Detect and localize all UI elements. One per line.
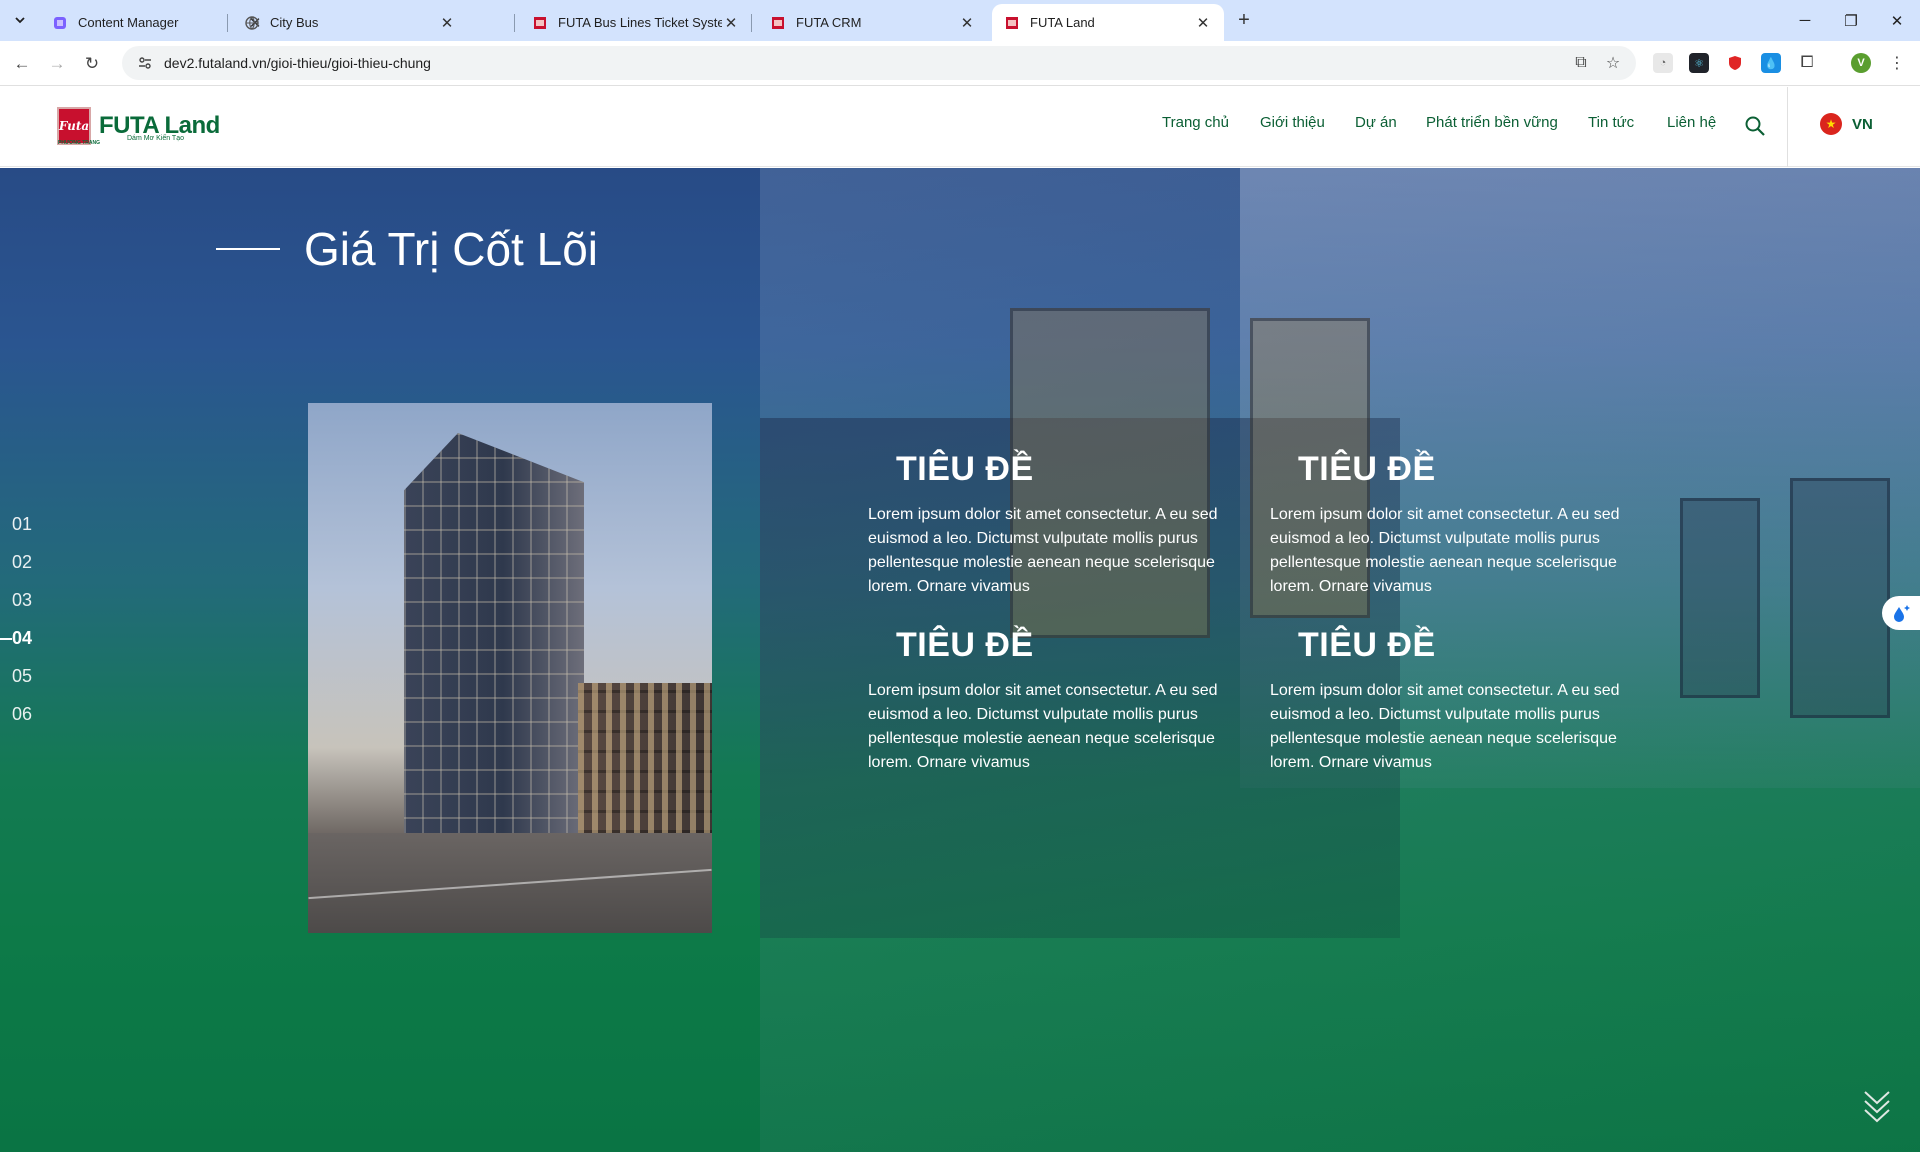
- reload-icon: ↻: [84, 54, 100, 73]
- chevron-down-icon: [15, 17, 25, 24]
- value-card-heading: TIÊU ĐỀ: [1298, 450, 1436, 488]
- browser-tab[interactable]: FUTA Bus Lines Ticket System ✕: [520, 4, 752, 41]
- nav-item-news[interactable]: Tin tức: [1588, 114, 1634, 131]
- step-item[interactable]: 03: [12, 590, 32, 611]
- value-card: TIÊU ĐỀ Lorem ipsum dolor sit amet conse…: [868, 450, 1228, 599]
- background-window: [1790, 478, 1890, 718]
- value-card: TIÊU ĐỀ Lorem ipsum dolor sit amet conse…: [868, 626, 1228, 775]
- photo-tower-windows: [404, 433, 584, 843]
- futa-icon: [770, 15, 786, 31]
- plus-icon: +: [1238, 8, 1250, 31]
- photo-low-building-windows: [578, 683, 712, 833]
- shield-icon[interactable]: [1725, 53, 1745, 73]
- step-item[interactable]: 01: [12, 514, 32, 535]
- value-card: TIÊU ĐỀ Lorem ipsum dolor sit amet conse…: [1270, 626, 1630, 775]
- logo-small-text: PHƯƠNG TRANG: [58, 140, 101, 146]
- section-title-wrap: Giá Trị Cốt Lõi: [216, 222, 598, 276]
- url-text: dev2.futaland.vn/gioi-thieu/gioi-thieu-c…: [164, 55, 431, 71]
- menu-kebab-icon[interactable]: ⋮: [1887, 53, 1907, 73]
- step-item[interactable]: 02: [12, 552, 32, 573]
- install-app-button[interactable]: ⧉: [1570, 52, 1592, 74]
- value-card-heading: TIÊU ĐỀ: [896, 450, 1034, 488]
- extension-icon[interactable]: ◔: [1653, 53, 1673, 73]
- content-manager-icon: [52, 15, 68, 31]
- value-card-heading: TIÊU ĐỀ: [896, 626, 1034, 664]
- browser-tab-bar: Content Manager ✕ City Bus ✕ FUTA Bus Li…: [0, 0, 1920, 41]
- address-bar[interactable]: dev2.futaland.vn/gioi-thieu/gioi-thieu-c…: [122, 46, 1636, 80]
- step-active-label: 04: [12, 628, 33, 648]
- header-divider: [1787, 87, 1788, 167]
- install-icon: ⧉: [1575, 54, 1587, 71]
- search-icon[interactable]: [1744, 115, 1766, 137]
- step-item[interactable]: 05: [12, 666, 32, 687]
- building-photo: [308, 403, 712, 933]
- nav-item-sustainability[interactable]: Phát triển bền vững: [1426, 114, 1558, 131]
- nav-item-projects[interactable]: Dự án: [1355, 114, 1397, 131]
- tab-separator: [751, 14, 752, 32]
- bookmark-button[interactable]: ☆: [1602, 52, 1624, 74]
- nav-item-home[interactable]: Trang chủ: [1162, 114, 1229, 131]
- star-icon: ☆: [1605, 55, 1621, 72]
- close-window-button[interactable]: ✕: [1874, 0, 1920, 41]
- arrow-left-icon: ←: [13, 54, 31, 73]
- nav-item-about[interactable]: Giới thiệu: [1260, 114, 1325, 131]
- minimize-icon: ─: [1799, 12, 1811, 29]
- browser-tab[interactable]: FUTA CRM ✕: [758, 4, 988, 41]
- language-label: VN: [1852, 115, 1873, 133]
- value-card-body: Lorem ipsum dolor sit amet consectetur. …: [1270, 506, 1620, 595]
- browser-tab[interactable]: City Bus ✕: [232, 4, 468, 41]
- section-title: Giá Trị Cốt Lõi: [304, 223, 598, 275]
- scroll-down-icon[interactable]: [1862, 1088, 1892, 1124]
- close-icon[interactable]: ✕: [1194, 14, 1212, 32]
- tab-title: FUTA Land: [1030, 15, 1095, 30]
- value-card-heading: TIÊU ĐỀ: [1298, 626, 1436, 664]
- back-button[interactable]: ←: [8, 50, 36, 78]
- tab-title: FUTA CRM: [796, 15, 862, 30]
- tab-separator: [514, 14, 515, 32]
- arrow-right-icon: →: [48, 54, 66, 73]
- tab-title: FUTA Bus Lines Ticket System: [558, 15, 722, 30]
- futa-icon: [1004, 15, 1020, 31]
- restore-icon: ❐: [1844, 12, 1858, 30]
- value-card-body: Lorem ipsum dolor sit amet consectetur. …: [868, 506, 1218, 595]
- step-item-active[interactable]: 04: [0, 628, 32, 649]
- restore-button[interactable]: ❐: [1828, 0, 1874, 41]
- forward-button[interactable]: →: [43, 50, 71, 78]
- close-icon: ✕: [1890, 12, 1904, 30]
- profile-avatar[interactable]: V: [1851, 53, 1871, 73]
- new-tab-button[interactable]: +: [1232, 8, 1256, 32]
- close-icon[interactable]: ✕: [958, 14, 976, 32]
- reload-button[interactable]: ↻: [78, 50, 106, 78]
- nav-item-contact[interactable]: Liên hệ: [1667, 114, 1716, 131]
- title-accent-line: [216, 248, 280, 250]
- value-card-body: Lorem ipsum dolor sit amet consectetur. …: [868, 682, 1218, 771]
- react-devtools-icon[interactable]: ⚛: [1689, 53, 1709, 73]
- sparkle-drop-icon: [1894, 605, 1910, 622]
- step-item[interactable]: 06: [12, 704, 32, 725]
- tab-search-button[interactable]: [8, 8, 32, 32]
- vietnam-flag-icon: ★: [1820, 113, 1842, 135]
- tab-title: Content Manager: [78, 15, 179, 30]
- floating-helper-button[interactable]: [1882, 596, 1920, 630]
- value-card: TIÊU ĐỀ Lorem ipsum dolor sit amet conse…: [1270, 450, 1630, 599]
- dropper-icon[interactable]: 💧: [1761, 53, 1781, 73]
- logo-tagline: Dám Mơ Kiến Tạo: [127, 135, 184, 142]
- language-switcher[interactable]: ★ VN: [1820, 113, 1873, 135]
- close-icon[interactable]: ✕: [722, 14, 740, 32]
- browser-tab-active[interactable]: FUTA Land ✕: [992, 4, 1224, 41]
- tab-separator: [227, 14, 228, 32]
- value-card-body: Lorem ipsum dolor sit amet consectetur. …: [1270, 682, 1620, 771]
- tab-title: City Bus: [270, 15, 319, 30]
- minimize-button[interactable]: ─: [1782, 0, 1828, 41]
- close-icon[interactable]: ✕: [438, 14, 456, 32]
- background-window: [1680, 498, 1760, 698]
- site-settings-icon[interactable]: [130, 55, 160, 71]
- step-active-dash: [0, 638, 12, 641]
- futa-icon: [532, 15, 548, 31]
- extensions-puzzle-icon[interactable]: ⧠: [1797, 53, 1817, 73]
- globe-icon: [244, 15, 260, 31]
